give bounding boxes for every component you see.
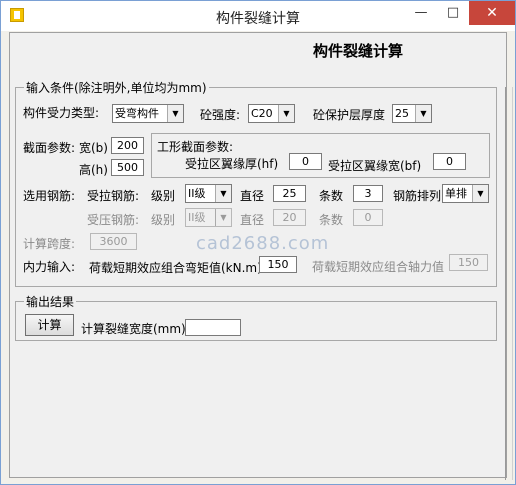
cover-thickness-label: 砼保护层厚度 [313,108,386,122]
flange-thickness-input[interactable]: 0 [289,153,322,170]
compression-grade-label: 级别 [151,213,176,227]
axial-force-input[interactable]: 150 [449,254,488,271]
tension-count-label: 条数 [319,189,344,203]
main-window: 构件裂缝计算 — □ ✕ 构件裂缝计算 输入条件(除注明外,单位均为mm) 构件… [0,0,516,485]
compression-count-label: 条数 [319,213,344,227]
chevron-down-icon: ▼ [215,185,231,202]
force-type-label: 构件受力类型: [23,106,100,120]
height-label: 高(h) [79,163,108,177]
page-heading: 构件裂缝计算 [313,42,404,60]
tension-grade-value: II级 [188,187,206,200]
chevron-down-icon: ▼ [472,185,488,202]
compression-rebar-label: 受压钢筋: [87,213,140,227]
compression-diameter-input[interactable]: 20 [273,209,306,226]
rebar-label: 选用钢筋: [23,189,76,203]
crack-width-output [185,319,241,336]
crack-width-label: 计算裂缝宽度(mm) [81,322,186,336]
section-params-label: 截面参数: [23,141,76,155]
compression-diameter-label: 直径 [240,213,265,227]
tension-grade-select[interactable]: II级 ▼ [185,184,232,203]
moment-input[interactable]: 150 [259,256,297,273]
flange-width-label: 受拉区翼缘宽(bf) [328,159,422,173]
tension-rebar-label: 受拉钢筋: [87,189,140,203]
internal-force-label: 内力输入: [23,260,76,274]
force-type-value: 受弯构件 [115,107,159,120]
cover-thickness-select[interactable]: 25 ▼ [392,104,432,123]
output-group-legend: 输出结果 [26,295,75,309]
title-bar: 构件裂缝计算 — □ ✕ [1,1,515,31]
tension-grade-label: 级别 [151,189,176,203]
flange-thickness-label: 受拉区翼缘厚(hf) [185,157,279,171]
arrangement-value: 单排 [445,187,467,200]
chevron-down-icon: ▼ [278,105,294,122]
tension-count-input[interactable]: 3 [353,185,383,202]
flange-width-input[interactable]: 0 [433,153,466,170]
width-input[interactable]: 200 [111,137,144,154]
concrete-strength-label: 砼强度: [200,108,241,122]
t-section-label: 工形截面参数: [157,140,234,154]
watermark: cad2688.com [196,233,330,254]
chevron-down-icon: ▼ [215,209,231,226]
vertical-scrollbar[interactable] [505,87,513,480]
maximize-button[interactable]: □ [437,1,469,25]
minimize-button[interactable]: — [405,1,437,25]
axial-force-label: 荷载短期效应组合轴力值 [312,260,445,274]
tension-diameter-label: 直径 [240,189,265,203]
input-group-legend: 输入条件(除注明外,单位均为mm) [26,81,207,95]
concrete-strength-value: C20 [251,107,273,120]
moment-label: 荷载短期效应组合弯矩值(kN.m) [89,261,262,275]
close-button[interactable]: ✕ [469,1,515,25]
cover-thickness-value: 25 [395,107,409,120]
compression-grade-select[interactable]: II级 ▼ [185,208,232,227]
force-type-select[interactable]: 受弯构件 ▼ [112,104,184,123]
chevron-down-icon: ▼ [167,105,183,122]
arrangement-label: 钢筋排列 [393,189,442,203]
span-label: 计算跨度: [23,237,76,251]
concrete-strength-select[interactable]: C20 ▼ [248,104,295,123]
chevron-down-icon: ▼ [415,105,431,122]
height-input[interactable]: 500 [111,159,144,176]
width-label: 宽(b) [79,141,108,155]
compression-count-input[interactable]: 0 [353,209,383,226]
span-input[interactable]: 3600 [90,233,137,250]
compression-grade-value: II级 [188,211,206,224]
calculate-button[interactable]: 计算 [25,314,74,336]
arrangement-select[interactable]: 单排 ▼ [442,184,489,203]
tension-diameter-input[interactable]: 25 [273,185,306,202]
